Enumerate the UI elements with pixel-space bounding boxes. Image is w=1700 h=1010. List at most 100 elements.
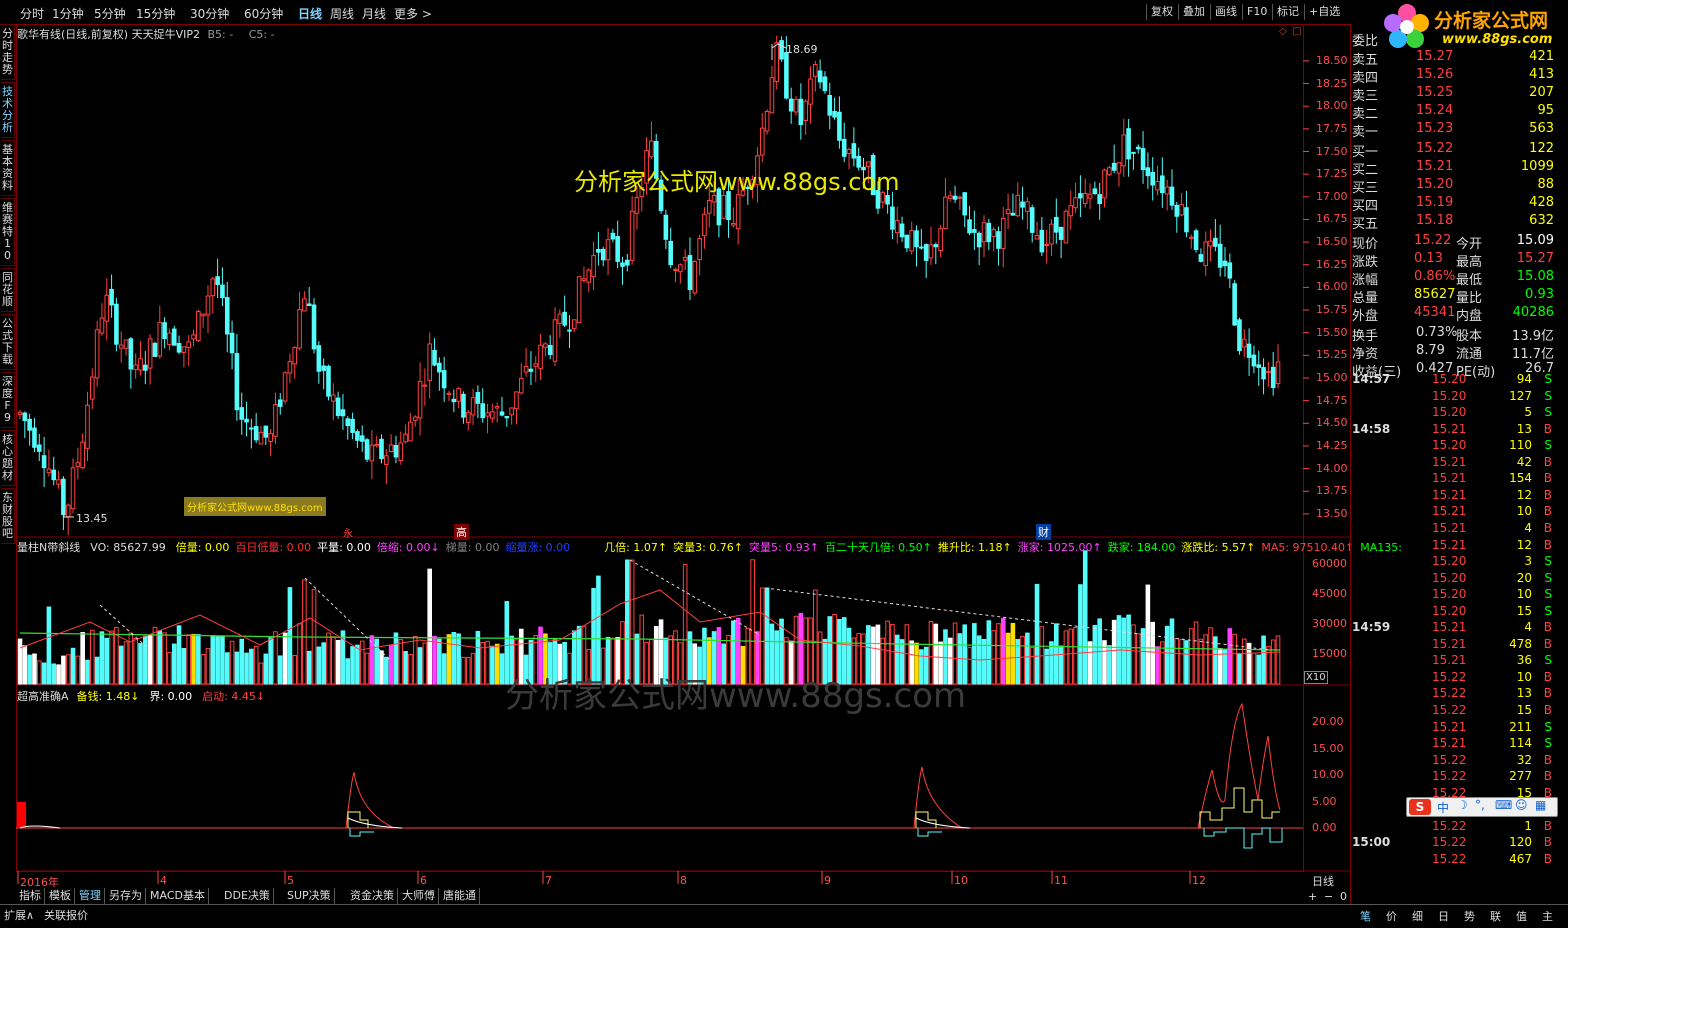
- bottom-tab-7[interactable]: 资金决策: [347, 888, 398, 904]
- bottom-tab-6[interactable]: SUP决策: [284, 888, 335, 904]
- volume-bar: [1256, 654, 1262, 685]
- volume-bar: [1058, 645, 1064, 685]
- trade-side: B: [1543, 636, 1552, 651]
- candle-body: [490, 411, 495, 419]
- candle-body: [547, 345, 553, 355]
- candle-body: [904, 234, 910, 249]
- volume-bar: [480, 642, 486, 685]
- candle-body: [557, 313, 563, 324]
- bottom-tab-8[interactable]: 大师傅: [399, 888, 439, 904]
- bottom-tab-0[interactable]: 指标: [16, 888, 45, 904]
- volume-bar: [118, 645, 124, 685]
- ime-toolbar[interactable]: S 中 ☽ °, ⌨ ☺ ▦: [1406, 797, 1558, 817]
- scroll-button-0[interactable]: +: [1308, 890, 1317, 903]
- trade-vol: 32: [1516, 752, 1532, 767]
- trade-side: B: [1543, 818, 1552, 833]
- quote-tab-6[interactable]: 值: [1516, 908, 1527, 924]
- candle-body: [706, 200, 712, 214]
- quote-tab-7[interactable]: 主: [1542, 908, 1553, 924]
- volume-bar: [682, 563, 688, 685]
- bid-row-3: 买四 15.19 428: [1352, 195, 1556, 214]
- quote-tab-4[interactable]: 势: [1464, 908, 1475, 924]
- candle-body: [702, 213, 707, 237]
- bottom-tab-1[interactable]: 模板: [46, 888, 75, 904]
- candle-body: [143, 364, 148, 371]
- quote-tab-2[interactable]: 细: [1412, 908, 1423, 924]
- volume-bar: [56, 664, 61, 685]
- price-tick-19: 13.75: [1316, 484, 1348, 498]
- watermark-big: 分析家公式网www.88gs.com: [505, 676, 967, 716]
- price-tick-12: 15.50: [1316, 325, 1348, 339]
- quote-tab-1[interactable]: 价: [1386, 908, 1397, 924]
- bottom-tab-5[interactable]: DDE决策: [221, 888, 274, 904]
- volume-bar: [176, 625, 182, 685]
- candle-body: [1087, 193, 1093, 199]
- trade-side: S: [1544, 388, 1552, 403]
- trade-row-6: 15.21 154 B: [1350, 471, 1558, 487]
- quote-tab-3[interactable]: 日: [1438, 908, 1449, 924]
- ime-punct-icon[interactable]: °,: [1475, 798, 1485, 812]
- ime-grid-icon[interactable]: ▦: [1535, 798, 1546, 812]
- bottom-tab-4[interactable]: MACD基本: [147, 888, 209, 904]
- candle-body: [600, 248, 606, 261]
- candle-body: [1164, 186, 1170, 195]
- scroll-controls: + −0: [1304, 888, 1350, 904]
- scroll-button-2[interactable]: 0: [1340, 890, 1347, 903]
- candle-body: [1025, 201, 1030, 212]
- candle-body: [292, 347, 298, 365]
- candle-body: [1102, 169, 1107, 199]
- quote-tab-5[interactable]: 联: [1490, 908, 1501, 924]
- candle-body: [249, 427, 254, 430]
- trade-price: 15.21: [1432, 471, 1467, 486]
- candle-body: [152, 342, 158, 358]
- trade-price: 15.22: [1432, 752, 1467, 767]
- quote-tab-0[interactable]: 笔: [1360, 908, 1371, 924]
- linked-quote-button[interactable]: 关联报价: [44, 907, 88, 923]
- trade-vol: 36: [1516, 653, 1532, 668]
- ime-keyboard-icon[interactable]: ⌨: [1495, 798, 1512, 812]
- stat2-label-1: 净资: [1352, 347, 1379, 362]
- bottom-tab-2[interactable]: 管理: [76, 888, 105, 904]
- volume-bar: [991, 630, 996, 685]
- candle-body: [976, 232, 982, 248]
- candle-body: [620, 262, 625, 267]
- trade-row-2: 15.20 5 S: [1350, 405, 1558, 421]
- stat-value-2: 0.93: [1525, 287, 1554, 302]
- bottom-tab-3[interactable]: 另存为: [106, 888, 146, 904]
- stat-label-2: 最高: [1456, 255, 1483, 270]
- trade-vol: 120: [1509, 835, 1532, 850]
- candle-body: [682, 256, 688, 261]
- candle-body: [1058, 226, 1064, 240]
- candle-body: [335, 397, 341, 417]
- candle-body: [649, 140, 654, 158]
- candle-body: [846, 148, 852, 155]
- candle-body: [456, 388, 461, 402]
- ask-row-3: 卖二 15.24 95: [1352, 103, 1556, 122]
- candle-body: [909, 230, 915, 252]
- candle-body: [1005, 209, 1011, 215]
- volume-bar: [292, 655, 298, 685]
- ime-mode[interactable]: 中: [1437, 799, 1449, 816]
- candle-body: [229, 332, 235, 354]
- volume-tick-1: 45000: [1312, 587, 1347, 600]
- ime-moon-icon[interactable]: ☽: [1457, 798, 1468, 812]
- ime-user-icon[interactable]: ☺: [1515, 798, 1528, 812]
- trade-row-3: 14:58 15.21 13 B: [1350, 422, 1558, 438]
- bottom-tab-9[interactable]: 唐能通: [440, 888, 480, 904]
- indicator-spike-1-red: [345, 772, 395, 829]
- stat-row-4: 外盘 45341 内盘 40286: [1352, 305, 1556, 324]
- candle-body: [981, 222, 987, 243]
- stat-label-1: 涨幅: [1352, 273, 1379, 288]
- candle-body: [109, 288, 114, 306]
- x10-label: X10: [1304, 671, 1328, 684]
- candle-body: [350, 418, 355, 433]
- volume-bar: [355, 644, 360, 685]
- trade-price: 15.20: [1432, 405, 1467, 420]
- expand-button[interactable]: 扩展∧: [4, 907, 34, 923]
- volume-bar: [388, 644, 394, 685]
- scroll-button-1[interactable]: −: [1324, 890, 1333, 903]
- trade-vol: 4: [1524, 520, 1532, 535]
- kline-chart-canvas[interactable]: [0, 0, 1350, 890]
- candle-body: [784, 52, 789, 99]
- trade-vol: 20: [1516, 570, 1532, 585]
